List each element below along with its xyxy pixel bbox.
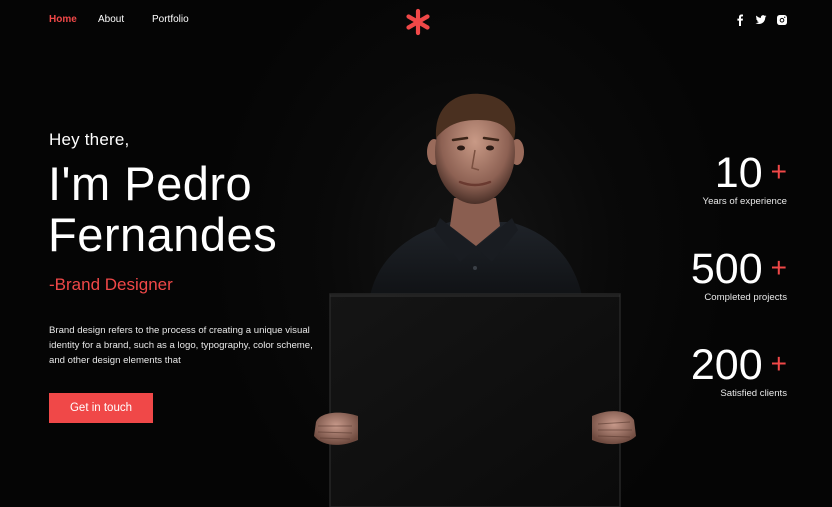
stat-label: Satisfied clients [720,388,787,399]
stat-value: 200 [690,341,763,389]
nav-link-home[interactable]: Home [49,14,77,25]
get-in-touch-button[interactable]: Get in touch [49,393,153,423]
stat-plus-sign: + [770,348,787,379]
facebook-icon[interactable] [734,14,746,26]
stat-value-row: 200 + [627,342,787,387]
top-nav: Home About Portfolio [0,0,832,40]
stat-label: Years of experience [702,196,787,207]
stat-value: 10 [714,149,763,197]
role-subtitle: -Brand Designer [49,275,173,294]
stat-completed-projects: 500 + Completed projects [627,246,787,303]
name-line-1: I'm Pedro [48,157,253,210]
name-line-2: Fernandes [48,208,278,261]
asterisk-logo-icon[interactable] [404,8,432,36]
nav-link-portfolio[interactable]: Portfolio [152,14,189,25]
stat-satisfied-clients: 200 + Satisfied clients [627,342,787,399]
nav-link-about[interactable]: About [98,14,124,25]
greeting-text: Hey there, [49,130,130,149]
stat-plus-sign: + [770,156,787,187]
stat-plus-sign: + [770,252,787,283]
instagram-icon[interactable] [776,14,788,26]
hero-section: Home About Portfolio Hey there, I'm Pedr… [0,0,832,507]
stat-label: Completed projects [704,292,787,303]
portrait-photo [314,93,636,507]
hero-description: Brand design refers to the process of cr… [49,324,313,366]
twitter-icon[interactable] [755,14,767,26]
stat-value-row: 500 + [627,246,787,291]
stat-value: 500 [690,245,763,293]
stat-value-row: 10 + [627,150,787,195]
hero-name-heading: I'm Pedro Fernandes [48,158,277,260]
stat-years-experience: 10 + Years of experience [627,150,787,207]
